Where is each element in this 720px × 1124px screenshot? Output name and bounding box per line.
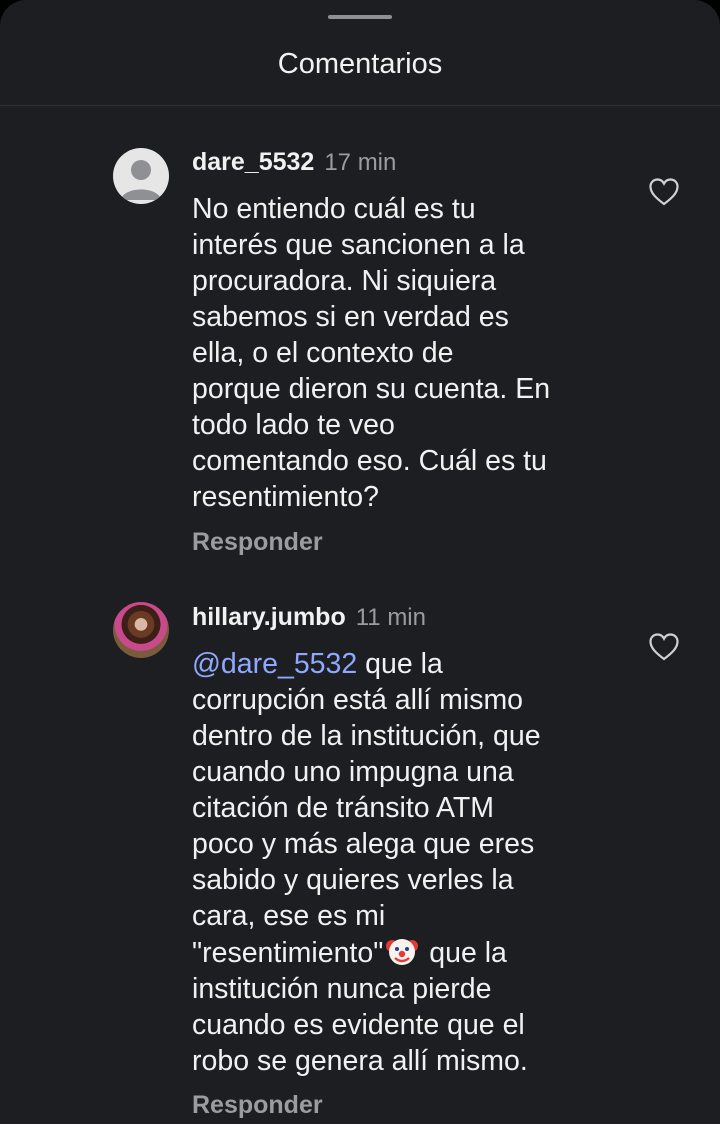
comment-time: 17 min <box>324 149 397 176</box>
comment-text: No entiendo cuál es tu interés que sanci… <box>192 193 551 513</box>
sheet-title: Comentarios <box>277 48 443 80</box>
comment-time: 11 min <box>355 604 426 631</box>
default-profile-icon[interactable] <box>113 148 169 204</box>
comment-username[interactable]: dare_5532 <box>192 148 314 176</box>
comments-sheet: Comentarios dare_5532 17 min No entiendo … <box>0 0 720 1124</box>
header-divider <box>0 105 720 106</box>
mention-link[interactable]: @dare_5532 <box>192 648 357 680</box>
comment-meta: dare_5532 17 min <box>192 145 396 179</box>
comment-username[interactable]: hillary.jumbo <box>192 603 346 631</box>
comment-text-part1: que la corrupción está allí mismo dentro… <box>192 648 541 969</box>
comment-meta: hillary.jumbo 11 min <box>192 600 426 634</box>
heart-outline-icon[interactable] <box>648 632 680 662</box>
comment-text: @dare_5532 que la corrupción está allí m… <box>192 646 632 1079</box>
clown-face-emoji <box>386 939 419 965</box>
reply-button[interactable]: Responder <box>192 1089 323 1121</box>
heart-outline-icon[interactable] <box>648 177 680 207</box>
drag-handle[interactable] <box>328 15 392 19</box>
reply-button[interactable]: Responder <box>192 526 323 558</box>
profile-photo[interactable] <box>113 602 169 658</box>
